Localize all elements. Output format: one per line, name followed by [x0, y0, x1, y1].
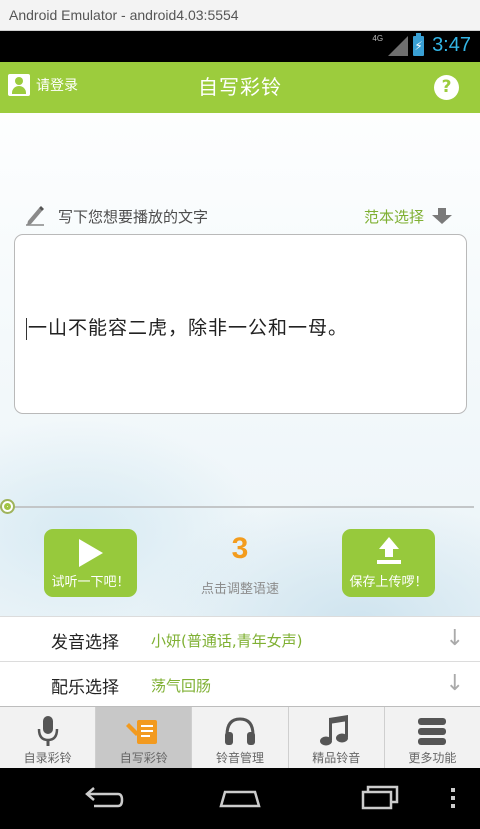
music-select-label: 配乐选择 — [51, 678, 119, 698]
login-label: 请登录 — [36, 78, 78, 94]
tab-featured-ringtones[interactable]: 精品铃音 — [289, 707, 385, 768]
network-type: 4G — [372, 34, 384, 43]
top-bar: 请登录 自写彩铃 ? — [0, 62, 480, 113]
voice-select-label: 发音选择 — [51, 633, 119, 653]
overflow-menu-icon[interactable] — [438, 782, 468, 814]
music-note-icon — [320, 715, 349, 746]
preview-label: 试听一下吧！ — [51, 575, 130, 590]
status-bar: 4G ⚡ 3:47 — [0, 31, 480, 62]
status-time: 3:47 — [432, 34, 471, 56]
help-button[interactable]: ? — [434, 75, 459, 100]
voice-select-row[interactable]: 发音选择 小妍(普通话,青年女声) ↓ — [0, 616, 480, 661]
upload-icon — [377, 537, 401, 564]
tab-ringtone-manage[interactable]: 铃音管理 — [192, 707, 289, 768]
preview-play-button[interactable]: 试听一下吧！ — [44, 529, 137, 597]
microphone-icon — [37, 716, 58, 746]
tab-label: 精品铃音 — [312, 751, 361, 765]
ringtone-text: 一山不能容二虎，除非一公和一母。 — [26, 313, 348, 340]
tab-label: 铃音管理 — [216, 751, 265, 765]
tab-label: 更多功能 — [408, 751, 457, 765]
arrow-down-icon: ↓ — [445, 626, 464, 651]
tab-write-ringtone[interactable]: 自写彩铃 — [96, 707, 193, 768]
more-list-icon — [418, 718, 447, 745]
system-nav-bar — [0, 768, 480, 829]
arrow-down-icon: ↓ — [445, 671, 464, 696]
text-caret — [26, 317, 27, 340]
play-icon — [79, 539, 103, 567]
user-icon — [8, 74, 30, 96]
upload-label: 保存上传啰！ — [349, 575, 428, 590]
progress-track[interactable] — [0, 506, 474, 508]
voice-select-value: 小妍(普通话,青年女声) — [151, 632, 303, 650]
sample-select-button[interactable]: 范本选择 — [364, 206, 424, 227]
tab-label: 自录彩铃 — [23, 751, 72, 765]
ringtone-text-value: 一山不能容二虎，除非一公和一母。 — [28, 317, 349, 339]
save-upload-button[interactable]: 保存上传啰！ — [342, 529, 435, 597]
editor-header: 写下您想要播放的文字 范本选择 — [24, 202, 454, 228]
arrow-down-icon[interactable] — [432, 208, 452, 224]
tab-label: 自写彩铃 — [119, 751, 168, 765]
bottom-tab-bar: 自录彩铃 自写彩铃 铃音管理 精品铃音 更多功能 — [0, 706, 480, 768]
login-button[interactable]: 请登录 — [8, 74, 78, 96]
tab-record-ringtone[interactable]: 自录彩铃 — [0, 707, 97, 768]
emulator-window-title: Android Emulator - android4.03:5554 — [0, 0, 480, 31]
headphones-icon — [225, 717, 255, 745]
tab-more-features[interactable]: 更多功能 — [385, 707, 480, 768]
progress-thumb[interactable] — [0, 499, 15, 514]
ringtone-text-input[interactable]: 一山不能容二虎，除非一公和一母。 — [14, 234, 467, 414]
music-select-row[interactable]: 配乐选择 荡气回肠 ↓ — [0, 661, 480, 706]
music-select-value: 荡气回肠 — [151, 677, 212, 695]
home-icon[interactable] — [215, 782, 265, 814]
editor-prompt: 写下您想要播放的文字 — [58, 208, 209, 226]
speech-speed-value[interactable]: 3 — [195, 532, 285, 566]
app-screen: 请登录 自写彩铃 ? 写下您想要播放的文字 范本选择 一山不能容二虎，除非一公和… — [0, 62, 480, 768]
write-icon — [125, 720, 157, 744]
speech-speed-hint[interactable]: 点击调整语速 — [180, 578, 300, 597]
battery-icon: ⚡ — [413, 32, 425, 56]
recent-apps-icon[interactable] — [355, 782, 405, 814]
back-icon[interactable] — [78, 782, 128, 814]
pen-icon — [26, 206, 44, 226]
signal-icon — [388, 35, 409, 56]
